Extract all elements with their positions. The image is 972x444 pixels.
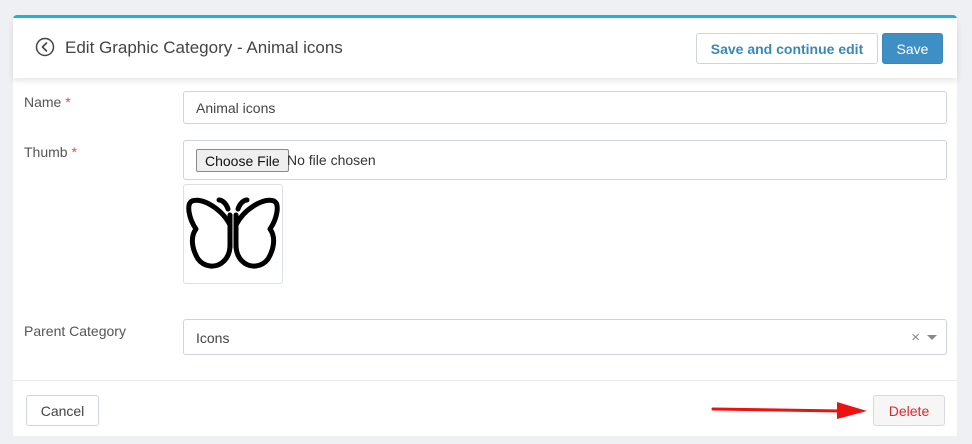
thumb-label: Thumb *: [24, 144, 77, 160]
name-input[interactable]: [184, 92, 946, 123]
parent-category-label: Parent Category: [24, 323, 126, 339]
page: Edit Graphic Category - Animal icons Sav…: [0, 0, 972, 444]
chevron-down-icon[interactable]: [927, 335, 937, 340]
card-header: Edit Graphic Category - Animal icons Sav…: [13, 18, 957, 78]
thumb-label-text: Thumb: [24, 144, 68, 160]
annotation-arrow-icon: [711, 402, 867, 419]
parent-category-selected-value: Icons: [196, 330, 230, 346]
name-label: Name *: [24, 94, 71, 110]
parent-category-select[interactable]: Icons ×: [183, 319, 947, 355]
thumb-file-field: Choose File No file chosen: [183, 140, 947, 180]
name-field-wrapper: [183, 91, 947, 124]
choose-file-button[interactable]: Choose File: [196, 149, 289, 172]
file-status-text: No file chosen: [287, 152, 376, 168]
clear-icon[interactable]: ×: [911, 329, 920, 346]
page-title: Edit Graphic Category - Animal icons: [65, 38, 343, 57]
thumb-preview: [183, 184, 283, 284]
footer-divider: [13, 380, 957, 381]
required-mark: *: [71, 144, 77, 160]
back-icon[interactable]: [35, 37, 55, 57]
required-mark: *: [65, 94, 71, 110]
delete-button[interactable]: Delete: [873, 395, 945, 426]
save-and-continue-button[interactable]: Save and continue edit: [696, 33, 878, 64]
save-button[interactable]: Save: [882, 33, 943, 64]
name-label-text: Name: [24, 94, 62, 110]
butterfly-icon: [186, 197, 280, 269]
edit-category-card: Edit Graphic Category - Animal icons Sav…: [13, 15, 957, 436]
cancel-button[interactable]: Cancel: [26, 395, 99, 426]
